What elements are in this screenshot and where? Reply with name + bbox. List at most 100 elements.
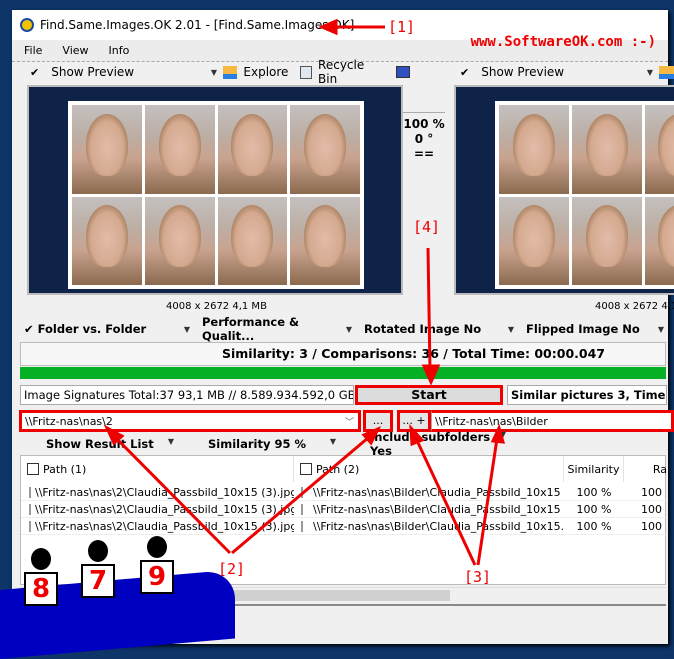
judge-figure: 9 bbox=[140, 536, 174, 594]
judge-head-icon bbox=[147, 536, 167, 558]
cell-similarity: 100 % bbox=[576, 503, 612, 516]
path2-input[interactable]: \\Fritz-nas\nas\Bilder bbox=[431, 410, 674, 432]
dropdown-arrow-icon: ▼ bbox=[657, 324, 664, 334]
select-all-checkbox[interactable] bbox=[300, 463, 312, 475]
right-image-preview[interactable] bbox=[454, 85, 674, 295]
dropdown-arrow-icon[interactable]: ▼ bbox=[211, 68, 217, 77]
select-all-checkbox[interactable] bbox=[27, 463, 39, 475]
similarity-summary: Similarity: 3 / Comparisons: 36 / Total … bbox=[20, 342, 666, 366]
path1-value: \\Fritz-nas\nas\2 bbox=[25, 415, 113, 428]
subfolders-label: Include subfolders Yes bbox=[370, 430, 491, 458]
menu-file[interactable]: File bbox=[24, 44, 42, 57]
score-card: 7 bbox=[81, 564, 115, 598]
score-card: 8 bbox=[24, 572, 58, 606]
row-checkbox[interactable] bbox=[29, 487, 31, 498]
compare-equal: == bbox=[413, 147, 435, 161]
folder-icon bbox=[659, 65, 674, 79]
row-checkbox[interactable] bbox=[301, 504, 303, 515]
browse-path2-button[interactable]: ... + bbox=[397, 410, 431, 432]
photo-thumb bbox=[571, 105, 642, 194]
row-checkbox[interactable] bbox=[301, 487, 303, 498]
column-header-path1[interactable]: Path (1) bbox=[21, 456, 294, 482]
menu-info[interactable]: Info bbox=[109, 44, 130, 57]
chevron-down-icon[interactable]: ﹀ bbox=[345, 415, 354, 428]
flipped-dropdown[interactable]: Flipped Image No ▼ bbox=[514, 322, 664, 336]
column-label: Ra bbox=[652, 462, 667, 476]
flipped-label: Flipped Image No bbox=[526, 322, 640, 336]
annotation-4: [4] bbox=[413, 218, 441, 236]
signatures-info: Image Signatures Total:37 93,1 MB // 8.5… bbox=[20, 385, 354, 405]
cell-similarity: 100 % bbox=[576, 486, 612, 499]
table-row[interactable]: \\Fritz-nas\nas\2\Claudia_Passbild_10x15… bbox=[21, 501, 667, 518]
compare-angle: 0 ° bbox=[414, 132, 434, 146]
photo-thumb bbox=[499, 105, 569, 194]
compare-percent: 100 % bbox=[403, 117, 445, 131]
cell-path2: \\Fritz-nas\nas\Bilder\Claudia_Passbild_… bbox=[301, 501, 564, 518]
preview-image bbox=[495, 101, 674, 289]
photo-thumb bbox=[290, 105, 360, 194]
dropdown-arrow-icon[interactable]: ▼ bbox=[647, 68, 653, 77]
performance-dropdown[interactable]: Performance & Qualit... ▼ bbox=[190, 315, 352, 343]
cell-similarity: 100 % bbox=[576, 520, 612, 533]
cell-path1: \\Fritz-nas\nas\2\Claudia_Passbild_10x15… bbox=[29, 518, 294, 535]
compare-info: 100 % 0 ° == bbox=[403, 112, 445, 267]
folder-mode-dropdown[interactable]: ✔ Folder vs. Folder ▼ bbox=[12, 322, 190, 336]
annotation-3: [3] bbox=[464, 568, 492, 586]
photo-thumb bbox=[72, 105, 142, 194]
preview-image bbox=[68, 101, 364, 289]
cell-path1: \\Fritz-nas\nas\2\Claudia_Passbild_10x15… bbox=[29, 484, 294, 501]
judge-figure: 7 bbox=[81, 540, 115, 598]
table-row[interactable]: \\Fritz-nas\nas\2\Claudia_Passbild_10x15… bbox=[21, 484, 667, 501]
column-label: Path (1) bbox=[43, 462, 87, 476]
cell-ra: 100 bbox=[641, 520, 662, 533]
left-preview-toolbar: ✔ Show Preview ▼ Explore Recycle Bin bbox=[30, 58, 410, 86]
similarity-dropdown[interactable]: Similarity 95 % ▼ bbox=[174, 437, 336, 451]
cell-ra: 100 bbox=[641, 503, 662, 516]
right-image-caption: 4008 x 2672 4,1 MB bbox=[595, 301, 674, 312]
row-checkbox[interactable] bbox=[29, 504, 31, 515]
monitor-icon[interactable] bbox=[396, 66, 410, 78]
app-icon bbox=[20, 18, 34, 32]
photo-thumb bbox=[72, 196, 142, 285]
left-show-preview[interactable]: Show Preview bbox=[51, 65, 205, 79]
cell-path1: \\Fritz-nas\nas\2\Claudia_Passbild_10x15… bbox=[29, 501, 294, 518]
subfolders-dropdown[interactable]: Include subfolders Yes ▼ bbox=[336, 430, 506, 458]
photo-thumb bbox=[217, 105, 288, 194]
path1-text: \\Fritz-nas\nas\2\Claudia_Passbild_10x15… bbox=[35, 486, 294, 499]
right-show-preview[interactable]: Show Preview bbox=[481, 65, 641, 79]
path1-input[interactable]: \\Fritz-nas\nas\2 ﹀ bbox=[19, 410, 361, 432]
show-result-list-dropdown[interactable]: Show Result List ▼ bbox=[12, 437, 174, 451]
column-header-path2[interactable]: Path (2) bbox=[294, 456, 564, 482]
row-checkbox[interactable] bbox=[301, 521, 303, 532]
show-result-list-label: Show Result List bbox=[46, 437, 154, 451]
judge-head-icon bbox=[88, 540, 108, 562]
judge-figure: 8 bbox=[24, 548, 58, 606]
similar-pictures-info: Similar pictures 3, Time 0.047 bbox=[507, 385, 667, 405]
folder-icon bbox=[223, 65, 238, 79]
rotated-label: Rotated Image No bbox=[364, 322, 482, 336]
path2-value: \\Fritz-nas\nas\Bilder bbox=[435, 415, 548, 428]
recycle-bin-icon bbox=[300, 65, 313, 79]
start-button[interactable]: Start bbox=[355, 385, 503, 405]
folder-mode-label: Folder vs. Folder bbox=[37, 322, 147, 336]
checkmark-icon: ✔ bbox=[24, 322, 34, 336]
results-table: Path (1) Path (2) Similarity Ra \\Fritz-… bbox=[20, 455, 667, 585]
cell-ra: 100 bbox=[641, 486, 662, 499]
rotated-dropdown[interactable]: Rotated Image No ▼ bbox=[352, 322, 514, 336]
browse-path1-button[interactable]: ... bbox=[363, 410, 393, 432]
photo-thumb bbox=[644, 196, 674, 285]
recycle-bin-button[interactable]: Recycle Bin bbox=[318, 58, 384, 86]
performance-label: Performance & Qualit... bbox=[202, 315, 300, 343]
column-header-ra[interactable]: Ra bbox=[624, 456, 667, 482]
checkmark-icon: ✔ bbox=[460, 65, 470, 79]
cell-path2: \\Fritz-nas\nas\Bilder\Claudia_Passbild_… bbox=[301, 518, 564, 535]
table-row[interactable]: \\Fritz-nas\nas\2\Claudia_Passbild_10x15… bbox=[21, 518, 667, 535]
left-image-preview[interactable] bbox=[27, 85, 403, 295]
explore-button[interactable]: Explore bbox=[243, 65, 288, 79]
window-title: Find.Same.Images.OK 2.01 - [Find.Same.Im… bbox=[40, 18, 355, 32]
photo-thumb bbox=[499, 196, 569, 285]
menu-view[interactable]: View bbox=[62, 44, 88, 57]
row-checkbox[interactable] bbox=[29, 521, 31, 532]
path1-text: \\Fritz-nas\nas\2\Claudia_Passbild_10x15… bbox=[35, 503, 294, 516]
column-header-similarity[interactable]: Similarity bbox=[564, 456, 624, 482]
